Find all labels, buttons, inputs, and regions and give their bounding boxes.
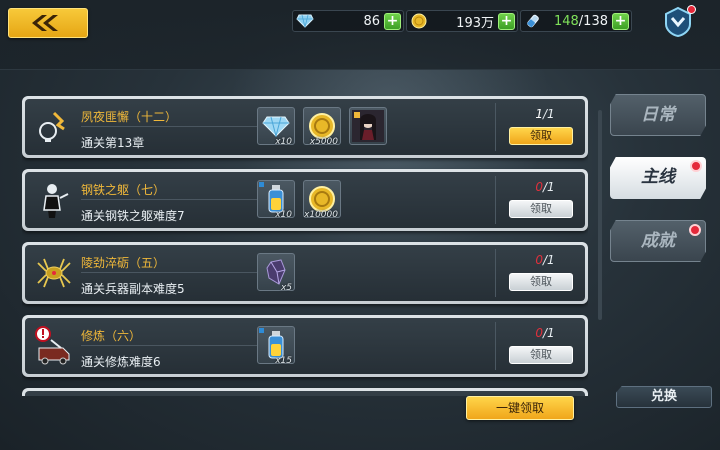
stamina-current: 148 bbox=[553, 13, 579, 29]
tab-main-story[interactable]: 主线 bbox=[610, 157, 706, 199]
quest-list[interactable]: 夙夜匪懈（十二） 通关第13章 x10 x5000 1/1 领取 钢铁之躯（七）… bbox=[22, 96, 588, 396]
claim-button[interactable]: 领取 bbox=[509, 273, 573, 291]
progress-total: /1 bbox=[542, 107, 555, 121]
divider bbox=[495, 249, 496, 297]
quest-progress: 0/1 bbox=[505, 326, 585, 340]
quest-progress: 1/1 bbox=[505, 107, 585, 121]
divider bbox=[81, 272, 271, 273]
tab-label: 日常 bbox=[641, 105, 675, 125]
reward-item[interactable] bbox=[349, 107, 387, 145]
reward-quantity: x10 bbox=[275, 210, 292, 220]
claim-button[interactable]: 领取 bbox=[509, 127, 573, 145]
quest-row: 夙夜匪懈（十二） 通关第13章 x10 x5000 1/1 领取 bbox=[22, 96, 588, 158]
exchange-button[interactable]: 兑换 bbox=[616, 386, 712, 408]
gold-coin-icon bbox=[309, 186, 335, 212]
back-arrow-icon bbox=[32, 15, 58, 31]
gold-coin-icon bbox=[309, 113, 335, 139]
quest-title: 陵劲淬砺（五） bbox=[81, 256, 166, 270]
reward-list: x10 x10000 bbox=[257, 180, 341, 220]
reward-quantity: x5 bbox=[280, 283, 292, 293]
reward-list: x15 bbox=[257, 326, 295, 366]
progress-current: 0 bbox=[535, 326, 543, 340]
quest-progress: 0/1 bbox=[505, 253, 585, 267]
soldier-silhouette-icon bbox=[33, 180, 75, 220]
divider bbox=[81, 345, 271, 346]
lightbulb-icon bbox=[33, 107, 75, 147]
add-diamond-button[interactable]: + bbox=[384, 12, 401, 30]
progress-total: /1 bbox=[542, 326, 555, 340]
tab-achievements[interactable]: 成就 bbox=[610, 220, 706, 262]
item-rarity-marker bbox=[259, 182, 264, 187]
reward-list: x5 bbox=[257, 253, 295, 293]
spider-mech-icon bbox=[33, 253, 75, 293]
crystal-shard-icon bbox=[266, 259, 286, 285]
reward-quantity: x10000 bbox=[304, 210, 338, 220]
divider bbox=[495, 322, 496, 370]
quest-title: 钢铁之躯（七） bbox=[81, 183, 166, 197]
progress-current: 0 bbox=[535, 180, 543, 194]
diamond-counter: 86 + bbox=[292, 10, 404, 32]
add-stamina-button[interactable]: + bbox=[612, 12, 629, 30]
gold-counter: 193万 + bbox=[406, 10, 518, 32]
tab-daily[interactable]: 日常 bbox=[610, 94, 706, 136]
claim-all-button[interactable]: 一键领取 bbox=[466, 396, 574, 420]
gold-coin-icon bbox=[409, 11, 429, 31]
reward-item[interactable]: x5000 bbox=[303, 107, 341, 147]
alert-vehicle-icon bbox=[33, 326, 75, 366]
reward-item[interactable]: x5 bbox=[257, 253, 295, 293]
progress-current: 0 bbox=[535, 253, 543, 267]
add-gold-button[interactable]: + bbox=[498, 12, 515, 30]
diamond-icon bbox=[262, 116, 290, 137]
stamina-counter: 148/138 + bbox=[520, 10, 632, 32]
quest-progress: 0/1 bbox=[505, 180, 585, 194]
item-rarity-marker bbox=[259, 328, 264, 333]
progress-current: 1 bbox=[535, 107, 543, 121]
top-bar: 86 + 193万 + 148/138 + bbox=[0, 0, 720, 70]
tab-rail bbox=[598, 110, 602, 320]
quest-row: 修炼（六） 通关修炼难度6 x15 0/1 领取 bbox=[22, 315, 588, 377]
vip-notification-dot bbox=[687, 5, 696, 14]
reward-item[interactable]: x10000 bbox=[303, 180, 341, 220]
character-portrait-icon bbox=[352, 110, 384, 142]
quest-description: 通关第13章 bbox=[81, 136, 145, 150]
divider bbox=[495, 176, 496, 224]
quest-row: 陵劲淬砺（五） 通关兵器副本难度5 x5 0/1 领取 bbox=[22, 242, 588, 304]
diamond-amount: 86 bbox=[363, 13, 380, 29]
progress-total: /1 bbox=[542, 253, 555, 267]
tab-label: 主线 bbox=[641, 167, 675, 187]
quest-description: 通关钢铁之躯难度7 bbox=[81, 209, 185, 223]
quest-row-partial bbox=[22, 388, 588, 396]
stamina-max: /138 bbox=[578, 13, 608, 29]
divider bbox=[81, 126, 271, 127]
quest-description: 通关兵器副本难度5 bbox=[81, 282, 185, 296]
vip-shield-button[interactable] bbox=[662, 5, 696, 38]
quest-description: 通关修炼难度6 bbox=[81, 355, 161, 369]
quest-row: 钢铁之躯（七） 通关钢铁之躯难度7 x10 x10000 0/1 领取 bbox=[22, 169, 588, 231]
stamina-amount: 148/138 bbox=[543, 14, 612, 29]
gold-amount: 193万 bbox=[456, 15, 494, 31]
quest-title: 修炼（六） bbox=[81, 329, 142, 343]
claim-button[interactable]: 领取 bbox=[509, 200, 573, 218]
divider bbox=[81, 199, 271, 200]
reward-quantity: x10 bbox=[275, 137, 292, 147]
reward-item[interactable]: x15 bbox=[257, 326, 295, 366]
reward-quantity: x5000 bbox=[309, 137, 338, 147]
divider bbox=[495, 103, 496, 151]
back-button[interactable] bbox=[8, 8, 88, 38]
notification-dot bbox=[690, 160, 702, 172]
reward-item[interactable]: x10 bbox=[257, 107, 295, 147]
tab-label: 成就 bbox=[641, 231, 675, 251]
reward-item[interactable]: x10 bbox=[257, 180, 295, 220]
quest-title: 夙夜匪懈（十二） bbox=[81, 110, 178, 124]
progress-total: /1 bbox=[542, 180, 555, 194]
notification-dot bbox=[689, 224, 701, 236]
stamina-potion-icon bbox=[523, 11, 543, 31]
claim-button[interactable]: 领取 bbox=[509, 346, 573, 364]
reward-list: x10 x5000 bbox=[257, 107, 387, 147]
reward-quantity: x15 bbox=[275, 356, 292, 366]
diamond-icon bbox=[295, 11, 315, 31]
